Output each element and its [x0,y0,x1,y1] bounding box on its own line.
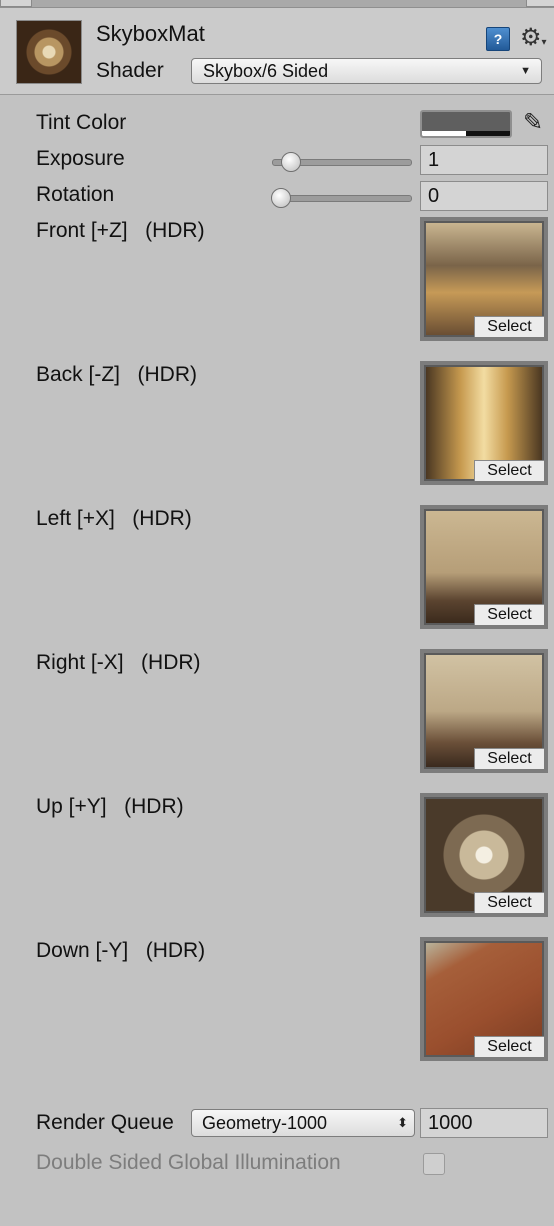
double-sided-gi-checkbox[interactable] [423,1153,445,1175]
render-queue-dropdown[interactable]: Geometry-1000 ⬍ [191,1109,415,1137]
rotation-slider[interactable] [270,188,412,208]
exposure-label: Exposure [36,147,125,170]
texture-select-button[interactable]: Select [474,1036,544,1057]
window-tab-strip [0,0,554,8]
exposure-slider-thumb[interactable] [280,152,301,172]
texture-label-up: Up [+Y] (HDR) [36,795,184,818]
eyedropper-icon[interactable]: ✎ [518,108,548,138]
texture-select-button[interactable]: Select [474,604,544,625]
texture-select-button[interactable]: Select [474,316,544,337]
shader-label: Shader [96,59,164,82]
material-header: SkyboxMat Shader Skybox/6 Sided ▼ ? ⚙▾ [0,8,554,95]
exposure-input[interactable]: 1 [420,145,548,175]
render-queue-input[interactable]: 1000 [420,1108,548,1138]
shader-dropdown-value: Skybox/6 Sided [203,61,329,81]
tint-color-swatch[interactable] [420,110,512,138]
texture-select-button[interactable]: Select [474,460,544,481]
rotation-input[interactable]: 0 [420,181,548,211]
gear-icon[interactable]: ⚙▾ [520,24,552,52]
texture-slot-left[interactable]: Select [420,505,548,629]
material-name: SkyboxMat [96,21,205,46]
texture-slot-right[interactable]: Select [420,649,548,773]
texture-label-down: Down [-Y] (HDR) [36,939,206,962]
shader-dropdown[interactable]: Skybox/6 Sided ▼ [191,58,542,84]
texture-slot-up[interactable]: Select [420,793,548,917]
rotation-slider-thumb[interactable] [270,188,291,208]
chevron-down-icon: ▼ [520,65,531,77]
rotation-label: Rotation [36,183,115,206]
help-book-icon[interactable]: ? [486,27,510,51]
updown-arrows-icon: ⬍ [397,1115,408,1130]
render-queue-dropdown-value: Geometry-1000 [202,1113,328,1133]
texture-label-front: Front [+Z] (HDR) [36,219,205,242]
tab-edge [0,0,32,7]
double-sided-gi-label: Double Sided Global Illumination [36,1151,341,1174]
texture-label-left: Left [+X] (HDR) [36,507,192,530]
texture-select-button[interactable]: Select [474,892,544,913]
exposure-slider[interactable] [272,152,412,172]
texture-slot-front[interactable]: Select [420,217,548,341]
texture-label-back: Back [-Z] (HDR) [36,363,197,386]
tint-alpha-fill [422,131,466,136]
tab-edge [526,0,554,7]
texture-slot-back[interactable]: Select [420,361,548,485]
texture-slot-down[interactable]: Select [420,937,548,1061]
texture-select-button[interactable]: Select [474,748,544,769]
material-preview-thumbnail [16,20,82,84]
tint-alpha-bar [422,131,510,136]
tint-color-label: Tint Color [36,111,127,134]
render-queue-label: Render Queue [36,1111,174,1134]
texture-label-right: Right [-X] (HDR) [36,651,201,674]
